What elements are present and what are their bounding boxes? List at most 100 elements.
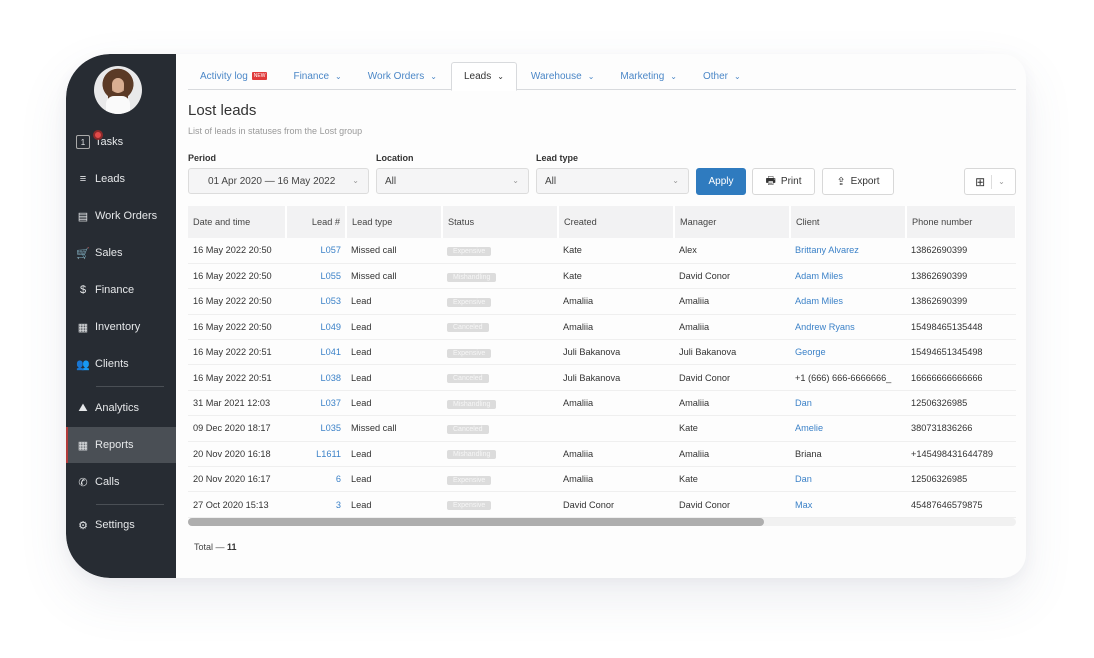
lead-link[interactable]: L053	[321, 296, 341, 306]
cell-type: Lead	[346, 441, 442, 468]
status-badge: Expensive	[447, 348, 492, 358]
status-badge: Mishandling	[447, 450, 497, 460]
table-row[interactable]: 20 Nov 2020 16:17 6 Lead Expensive Amaliia Ka…	[188, 466, 1016, 493]
export-button[interactable]: ⇪ Export	[822, 168, 894, 195]
client-link[interactable]: Brittany Alvarez	[795, 245, 859, 255]
table-row[interactable]: 27 Oct 2020 15:13 3 Lead Expensive David Con…	[188, 491, 1016, 518]
lead-link[interactable]: L049	[321, 322, 341, 332]
cell-status: Canceled	[442, 314, 558, 341]
apply-button[interactable]: Apply	[696, 168, 746, 195]
sidebar-item-calls[interactable]: ✆ Calls	[66, 464, 176, 500]
table-row[interactable]: 16 May 2022 20:50 L055 Missed call Mishandl…	[188, 263, 1016, 290]
location-select[interactable]: All ⌄	[376, 168, 529, 194]
tab-work-orders[interactable]: Work Orders ⌄	[356, 62, 449, 90]
sidebar-item-tasks[interactable]: 1 Tasks	[66, 124, 176, 160]
period-select[interactable]: 01 Apr 2020 — 16 May 2022 ⌄	[188, 168, 369, 194]
cell-type: Missed call	[346, 263, 442, 290]
table-row[interactable]: 16 May 2022 20:50 L057 Missed call Expensiv…	[188, 238, 1016, 264]
tab-other[interactable]: Other ⌄	[691, 62, 753, 90]
column-header-lead[interactable]: Lead #	[286, 206, 347, 238]
cell-phone: +145498431644789	[906, 441, 1016, 468]
cell-lead: L038	[286, 364, 346, 391]
client-link[interactable]: Adam Miles	[795, 271, 843, 281]
tab-activity-log[interactable]: Activity log NEW	[188, 62, 279, 90]
status-badge: Expensive	[447, 297, 492, 307]
cell-status: Expensive	[442, 238, 558, 264]
cell-client: Dan	[790, 390, 906, 417]
cell-status: Canceled	[442, 364, 558, 391]
sidebar-item-sales[interactable]: 🛒 Sales	[66, 235, 176, 271]
tab-label: Work Orders	[367, 70, 425, 82]
table-row[interactable]: 31 Mar 2021 12:03 L037 Lead Mishandling Amal…	[188, 390, 1016, 417]
cell-date: 16 May 2022 20:50	[188, 263, 286, 290]
tab-finance[interactable]: Finance ⌄	[281, 62, 353, 90]
chevron-down-icon: ⌄	[335, 71, 342, 81]
table-row[interactable]: 16 May 2022 20:50 L053 Lead Expensive Amalii…	[188, 288, 1016, 315]
chevron-down-icon: ⌄	[512, 176, 519, 185]
cell-status: Expensive	[442, 339, 558, 366]
client-link[interactable]: Adam Miles	[795, 296, 843, 306]
sidebar-item-finance[interactable]: $ Finance	[66, 272, 176, 308]
cell-created: Amaliia	[558, 441, 674, 468]
table-row[interactable]: 16 May 2022 20:50 L049 Lead Canceled Amaliia…	[188, 314, 1016, 341]
sidebar-item-analytics[interactable]: ⛰ Analytics	[66, 390, 176, 426]
tasks-icon: 1	[76, 130, 103, 149]
client-link[interactable]: Max	[795, 500, 812, 510]
client-link[interactable]: Dan	[795, 474, 812, 484]
cell-date: 16 May 2022 20:50	[188, 288, 286, 315]
column-header-status[interactable]: Status	[442, 206, 559, 238]
sidebar-item-label: Calls	[95, 476, 120, 488]
sidebar-item-leads[interactable]: ≡ Leads	[66, 161, 176, 197]
column-header-date-and-time[interactable]: Date and time	[188, 206, 287, 238]
cell-date: 16 May 2022 20:51	[188, 339, 286, 366]
print-button[interactable]: 🖶 Print	[752, 168, 815, 195]
column-header-created[interactable]: Created	[558, 206, 675, 238]
lead-link[interactable]: 3	[336, 500, 341, 510]
table-row[interactable]: 09 Dec 2020 18:17 L035 Missed call Canceled…	[188, 415, 1016, 442]
cell-manager: Amaliia	[674, 288, 790, 315]
table-row[interactable]: 20 Nov 2020 16:18 L1611 Lead Mishandling Ama…	[188, 441, 1016, 468]
table-row[interactable]: 16 May 2022 20:51 L038 Lead Canceled Juli Ba…	[188, 364, 1016, 391]
status-badge: Mishandling	[447, 399, 497, 409]
column-header-lead-type[interactable]: Lead type	[346, 206, 443, 238]
lead-link[interactable]: L037	[321, 398, 341, 408]
horizontal-scrollbar[interactable]	[188, 518, 1016, 526]
table-row[interactable]: 16 May 2022 20:51 L041 Lead Expensive Juli B…	[188, 339, 1016, 366]
sidebar-item-settings[interactable]: ⚙ Settings	[66, 507, 176, 543]
client-link[interactable]: Dan	[795, 398, 812, 408]
status-badge: Expensive	[447, 475, 492, 485]
tab-warehouse[interactable]: Warehouse ⌄	[519, 62, 606, 90]
column-header-manager[interactable]: Manager	[674, 206, 791, 238]
cell-phone: 12506326985	[906, 466, 1016, 493]
tab-marketing[interactable]: Marketing ⌄	[608, 62, 689, 90]
cell-type: Lead	[346, 288, 442, 315]
lead-link[interactable]: L041	[321, 347, 341, 357]
column-header-client[interactable]: Client	[790, 206, 907, 238]
user-avatar[interactable]	[94, 66, 142, 114]
total-label: Total —	[194, 542, 225, 552]
sidebar-item-work-orders[interactable]: ▤ Work Orders	[66, 198, 176, 234]
lead-link[interactable]: L055	[321, 271, 341, 281]
tab-leads[interactable]: Leads ⌄	[450, 62, 517, 91]
sidebar-item-reports[interactable]: ▦ Reports	[66, 427, 176, 463]
lead-link[interactable]: 6	[336, 474, 341, 484]
page-title: Lost leads	[188, 102, 257, 119]
lead-link[interactable]: L038	[321, 373, 341, 383]
lead-link[interactable]: L1611	[316, 449, 341, 459]
table-icon: ▦	[77, 439, 89, 452]
lead-link[interactable]: L057	[321, 245, 341, 255]
cell-lead: 3	[286, 491, 346, 518]
columns-view-button[interactable]: ⊞ ⌄	[964, 168, 1016, 195]
status-badge: Canceled	[447, 424, 489, 434]
lead-link[interactable]: L035	[321, 423, 341, 433]
lead-type-select[interactable]: All ⌄	[536, 168, 689, 194]
cell-type: Lead	[346, 314, 442, 341]
sidebar-item-inventory[interactable]: ▦ Inventory	[66, 309, 176, 345]
sidebar-item-clients[interactable]: 👥 Clients	[66, 346, 176, 382]
scrollbar-thumb[interactable]	[188, 518, 764, 526]
client-link[interactable]: George	[795, 347, 826, 357]
column-header-phone-number[interactable]: Phone number	[906, 206, 1016, 238]
client-link[interactable]: Amelie	[795, 423, 823, 433]
client-text: +1 (666) 666-6666666_	[795, 372, 892, 383]
client-link[interactable]: Andrew Ryans	[795, 322, 855, 332]
